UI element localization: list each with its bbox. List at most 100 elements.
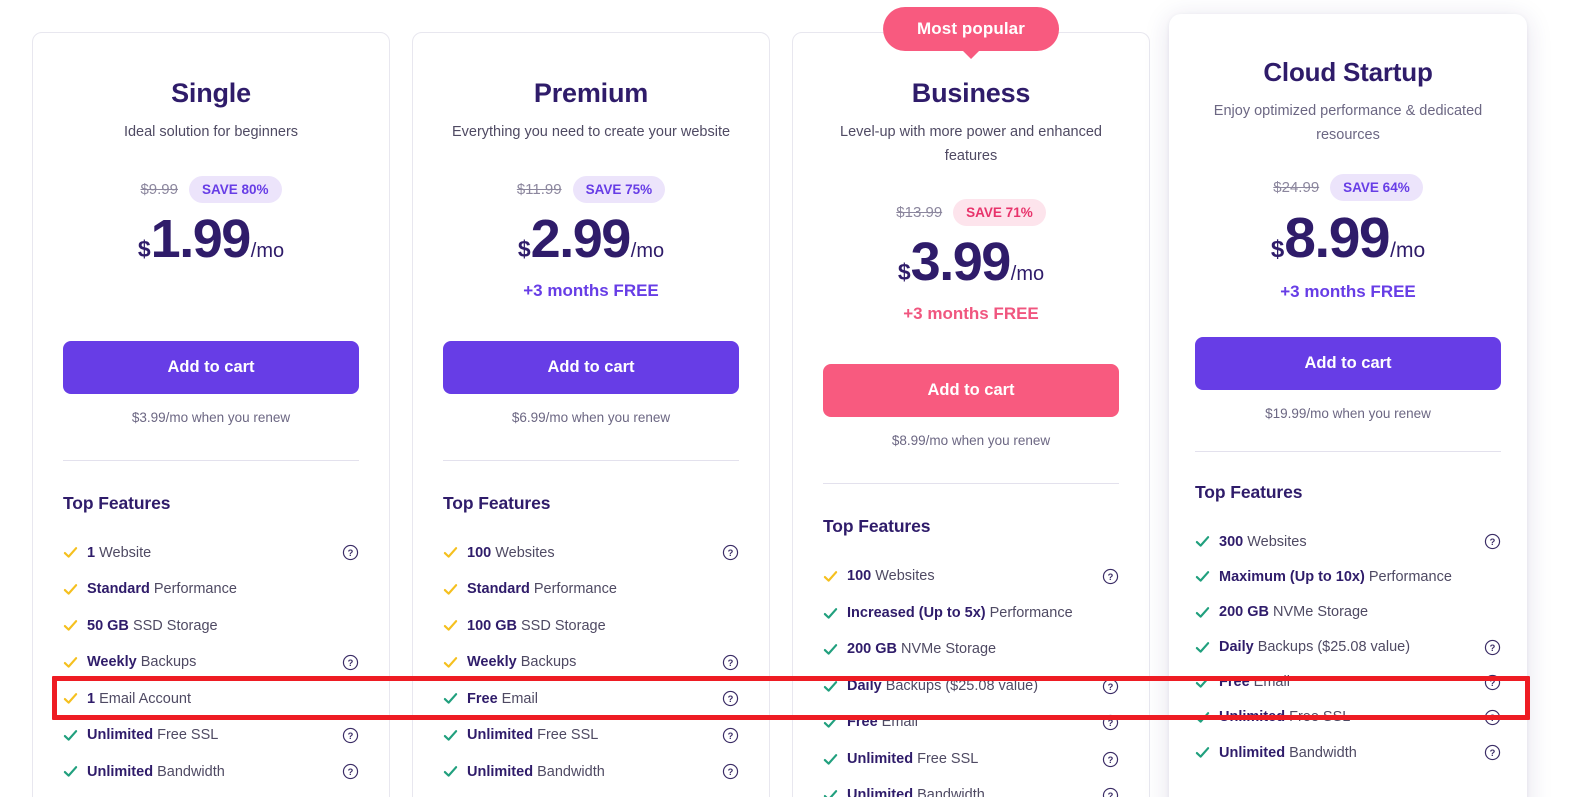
feature-item: Unlimited Bandwidth? — [823, 777, 1119, 797]
discount-row: $11.99 SAVE 75% — [443, 175, 739, 204]
check-icon — [63, 620, 78, 632]
help-circle-icon[interactable]: ? — [1484, 533, 1501, 550]
feature-list: 1 Website?Standard Performance?50 GB SSD… — [63, 535, 359, 791]
feature-value: 200 GB — [1219, 604, 1269, 620]
feature-item: Free Email? — [443, 681, 739, 718]
feature-value: Free — [467, 690, 498, 707]
price-amount: 2.99 — [530, 208, 632, 269]
help-circle-icon[interactable]: ? — [342, 727, 359, 744]
feature-item: Free Email? — [1195, 665, 1501, 700]
plan-name: Cloud Startup — [1263, 57, 1433, 87]
feature-item: Unlimited Bandwidth? — [63, 754, 359, 791]
feature-item: Unlimited Bandwidth? — [1195, 735, 1501, 770]
feature-value: 300 — [1219, 533, 1244, 550]
check-icon — [443, 656, 458, 668]
help-circle-icon[interactable]: ? — [722, 654, 739, 671]
help-circle-icon[interactable]: ? — [1102, 751, 1119, 768]
help-circle-icon[interactable]: ? — [1484, 744, 1501, 761]
add-to-cart-button[interactable]: Add to cart — [823, 364, 1119, 418]
renewal-price-note: $19.99/mo when you renew — [1265, 406, 1431, 422]
feature-item: 200 GB NVMe Storage? — [1195, 595, 1501, 630]
svg-text:?: ? — [728, 658, 734, 668]
price-period: /mo — [630, 239, 665, 262]
check-icon — [63, 547, 78, 559]
svg-text:?: ? — [728, 694, 734, 704]
feature-item: Unlimited Free SSL? — [443, 717, 739, 754]
check-icon — [63, 656, 78, 668]
add-to-cart-button[interactable]: Add to cart — [1195, 337, 1501, 391]
plan-card-premium: Premium Everything you need to create you… — [412, 32, 770, 797]
feature-value: 1 — [87, 690, 96, 707]
help-circle-icon[interactable]: ? — [342, 763, 359, 780]
help-circle-icon[interactable]: ? — [722, 544, 739, 561]
feature-value: 100 GB — [467, 617, 517, 634]
feature-item: Unlimited Free SSL? — [63, 717, 359, 754]
svg-text:?: ? — [1490, 643, 1496, 653]
svg-text:?: ? — [1490, 678, 1496, 688]
feature-item: Unlimited Free SSL? — [1195, 700, 1501, 735]
help-circle-icon[interactable]: ? — [1102, 678, 1119, 695]
feature-label: Unlimited Free SSL — [1219, 708, 1476, 726]
feature-item: 1 Website? — [63, 535, 359, 572]
svg-text:?: ? — [1490, 713, 1496, 723]
svg-text:?: ? — [728, 767, 734, 777]
feature-name: Bandwidth — [913, 787, 985, 797]
feature-label: 100 Websites — [467, 544, 714, 562]
current-price: $2.99/mo — [443, 212, 739, 266]
feature-label: Unlimited Bandwidth — [847, 786, 1094, 797]
plan-description: Level-up with more power and enhanced fe… — [840, 124, 1102, 164]
plan-name: Single — [171, 78, 251, 108]
help-circle-icon[interactable]: ? — [342, 544, 359, 561]
discount-row: $24.99 SAVE 64% — [1195, 173, 1501, 202]
feature-label: 300 Websites — [1219, 533, 1476, 551]
feature-item: Free Email? — [823, 704, 1119, 741]
check-icon — [443, 729, 458, 741]
top-features-heading: Top Features — [443, 492, 551, 513]
feature-value: Unlimited — [847, 750, 914, 767]
add-to-cart-button[interactable]: Add to cart — [63, 340, 359, 394]
feature-list: 300 Websites? Maximum (Up to 10x) Perform… — [1195, 524, 1501, 770]
plan-description: Everything you need to create your websi… — [451, 124, 731, 140]
feature-value: Unlimited — [467, 727, 534, 744]
feature-value: 1 — [87, 544, 96, 561]
feature-label: Unlimited Free SSL — [847, 750, 1094, 768]
help-circle-icon[interactable]: ? — [722, 727, 739, 744]
feature-label: 200 GB NVMe Storage — [847, 640, 1094, 658]
help-circle-icon[interactable]: ? — [1484, 674, 1501, 691]
feature-label: Unlimited Bandwidth — [87, 763, 334, 781]
plan-card-single: Single Ideal solution for beginners $9.99 S… — [32, 32, 390, 797]
check-icon — [823, 571, 838, 582]
help-circle-icon[interactable]: ? — [1102, 568, 1119, 585]
feature-item: Daily Backups ($25.08 value)? — [1195, 630, 1501, 665]
feature-item: Maximum (Up to 10x) Performance? — [1195, 559, 1501, 594]
feature-name: Free SSL — [913, 750, 979, 767]
section-divider — [63, 459, 359, 461]
svg-text:?: ? — [348, 767, 354, 777]
svg-text:?: ? — [348, 548, 354, 558]
help-circle-icon[interactable]: ? — [1484, 709, 1501, 726]
feature-name: Free SSL — [153, 727, 219, 744]
feature-label: Unlimited Bandwidth — [1219, 744, 1476, 762]
help-circle-icon[interactable]: ? — [722, 763, 739, 780]
feature-label: Free Email — [467, 690, 714, 708]
plan-description: Enjoy optimized performance & dedicated … — [1213, 103, 1483, 143]
add-to-cart-button[interactable]: Add to cart — [443, 340, 739, 394]
feature-value: 50 GB — [87, 617, 129, 634]
bonus-months-label: +3 months FREE — [523, 280, 659, 300]
feature-item: Weekly Backups? — [443, 644, 739, 681]
help-circle-icon[interactable]: ? — [342, 654, 359, 671]
feature-name: Performance — [529, 581, 617, 598]
help-circle-icon[interactable]: ? — [1102, 714, 1119, 731]
help-circle-icon[interactable]: ? — [1484, 639, 1501, 656]
check-icon — [443, 766, 458, 778]
feature-value: Daily — [847, 677, 882, 694]
feature-label: 100 Websites — [847, 567, 1094, 585]
original-price: $11.99 — [516, 180, 562, 198]
feature-name: Free SSL — [1285, 709, 1351, 726]
cta-wrapper: Add to cart — [443, 340, 739, 394]
feature-value: Unlimited — [87, 727, 154, 744]
feature-name: Websites — [871, 568, 935, 585]
check-icon — [823, 753, 838, 765]
help-circle-icon[interactable]: ? — [722, 690, 739, 707]
help-circle-icon[interactable]: ? — [1102, 787, 1119, 797]
